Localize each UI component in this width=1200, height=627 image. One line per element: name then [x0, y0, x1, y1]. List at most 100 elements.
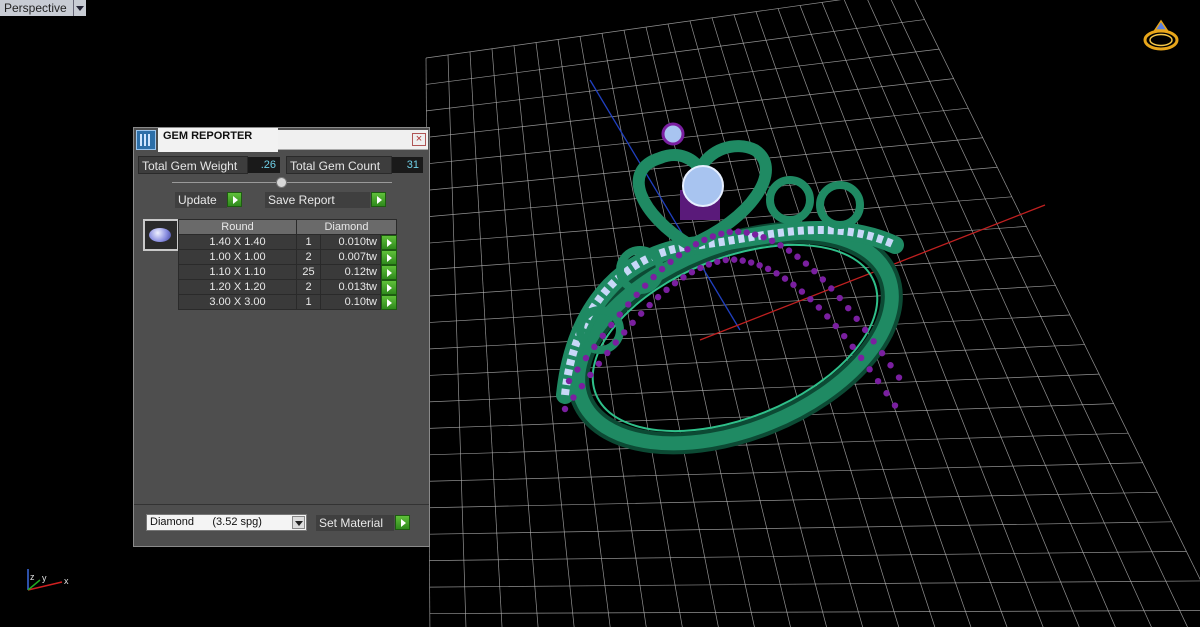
row-select-cell[interactable]	[380, 294, 397, 310]
update-button[interactable]: Update	[175, 192, 227, 208]
material-select-value: Diamond (3.52 spg)	[150, 516, 262, 528]
prong-bead	[815, 304, 823, 311]
gem-reporter-panel: GEM REPORTER × Total Gem Weight .26 Tota…	[133, 127, 430, 547]
table-row[interactable]: 1.10 X 1.10 25 0.12tw	[178, 264, 397, 280]
prong-bead	[688, 269, 696, 276]
update-play-icon[interactable]	[227, 192, 242, 207]
gem-reporter-titlebar[interactable]: GEM REPORTER ×	[134, 128, 429, 152]
material-select[interactable]: Diamond (3.52 spg)	[146, 514, 307, 531]
prong-bead	[870, 338, 877, 345]
gem-weight-cell: 0.12tw	[320, 264, 381, 280]
prong-bead	[726, 228, 733, 236]
titlebar-filler	[278, 130, 428, 150]
prong-bead	[692, 241, 700, 248]
prong-bead	[836, 294, 843, 302]
prong-bead	[874, 377, 882, 385]
viewport-label-text[interactable]: Perspective	[0, 0, 74, 16]
prong-bead	[595, 360, 603, 367]
gem-size-cell: 1.40 X 1.40	[178, 234, 297, 250]
prong-bead	[697, 264, 704, 272]
ring-icon[interactable]	[1140, 16, 1182, 54]
filigree-loop	[816, 181, 864, 229]
gem-thumbnail[interactable]	[143, 219, 179, 251]
prong-bead	[798, 288, 806, 295]
prong-bead	[680, 274, 687, 281]
gem-weight-cell: 0.10tw	[320, 294, 381, 310]
row-play-icon[interactable]	[381, 235, 397, 250]
prong-bead	[722, 256, 729, 264]
row-play-icon[interactable]	[381, 265, 397, 280]
prong-bead	[828, 285, 835, 292]
table-header-shape: Round	[178, 219, 297, 235]
prong-bead	[654, 293, 662, 301]
gem-table: Round Diamond 1.40 X 1.40 1 0.010tw 1.00 X …	[178, 219, 397, 310]
prong-bead	[756, 262, 763, 269]
table-row[interactable]: 1.00 X 1.00 2 0.007tw	[178, 249, 397, 265]
table-row[interactable]: 3.00 X 3.00 1 0.10tw	[178, 294, 397, 310]
prong-bead	[684, 246, 691, 253]
prong-bead	[883, 390, 890, 397]
table-row[interactable]: 1.20 X 1.20 2 0.013tw	[178, 279, 397, 295]
table-row[interactable]: 1.40 X 1.40 1 0.010tw	[178, 234, 397, 250]
close-icon[interactable]: ×	[412, 133, 426, 146]
axis-x-label: x	[64, 576, 69, 586]
prong-bead	[849, 343, 856, 350]
prong-bead	[866, 366, 873, 373]
prong-bead	[807, 295, 814, 303]
gem-size-cell: 3.00 X 3.00	[178, 294, 297, 310]
total-gem-weight-value: .26	[248, 157, 280, 173]
gem-count-cell: 1	[296, 234, 321, 250]
filigree-loop	[766, 176, 814, 224]
prong-bead	[637, 310, 645, 317]
row-play-icon[interactable]	[381, 250, 397, 265]
gem-reporter-app-icon	[136, 130, 156, 150]
prong-bead	[705, 261, 713, 268]
prong-bead	[650, 273, 657, 281]
prong-bead	[667, 258, 674, 266]
prong-bead	[841, 332, 848, 340]
bottom-divider	[134, 504, 429, 505]
prong-bead	[612, 339, 619, 346]
chevron-down-icon[interactable]	[292, 516, 305, 529]
viewport-menu-arrow-icon[interactable]	[73, 0, 86, 16]
prong-bead	[739, 257, 746, 264]
row-select-cell[interactable]	[380, 279, 397, 295]
prong-bead	[735, 228, 742, 235]
row-play-icon[interactable]	[381, 295, 397, 310]
gem-weight-cell: 0.007tw	[320, 249, 381, 265]
prong-bead	[743, 229, 750, 236]
row-select-cell[interactable]	[380, 249, 397, 265]
set-material-button[interactable]: Set Material	[316, 515, 394, 531]
viewport-label[interactable]: Perspective	[0, 0, 86, 16]
prong-bead	[878, 349, 886, 357]
set-material-play-icon[interactable]	[395, 515, 410, 530]
prong-bead	[895, 374, 903, 381]
prong-bead	[604, 349, 611, 357]
gem-weight-cell: 0.013tw	[320, 279, 381, 295]
prong-bead	[701, 236, 708, 244]
prong-bead	[781, 275, 789, 282]
row-play-icon[interactable]	[381, 280, 397, 295]
prong-bead	[794, 253, 801, 260]
prong-bead	[891, 402, 899, 409]
save-report-play-icon[interactable]	[371, 192, 386, 207]
prong-bead	[760, 234, 767, 241]
splitter-handle[interactable]	[276, 177, 287, 188]
row-select-cell[interactable]	[380, 264, 397, 280]
gem-count-cell: 25	[296, 264, 321, 280]
prong-bead	[824, 313, 831, 320]
prong-bead	[629, 319, 636, 326]
prong-bead	[641, 282, 649, 289]
prong-bead	[565, 377, 573, 385]
row-select-cell[interactable]	[380, 234, 397, 250]
save-report-button[interactable]: Save Report	[265, 192, 370, 208]
prong-bead	[675, 251, 683, 259]
prong-bead	[646, 301, 653, 309]
prong-bead	[785, 247, 793, 254]
prong-bead	[853, 315, 860, 322]
prong-bead	[574, 366, 581, 373]
top-stone	[661, 122, 685, 146]
gem-reporter-title: GEM REPORTER	[158, 128, 278, 152]
round-gem-icon	[149, 228, 171, 242]
prong-bead	[599, 332, 607, 339]
